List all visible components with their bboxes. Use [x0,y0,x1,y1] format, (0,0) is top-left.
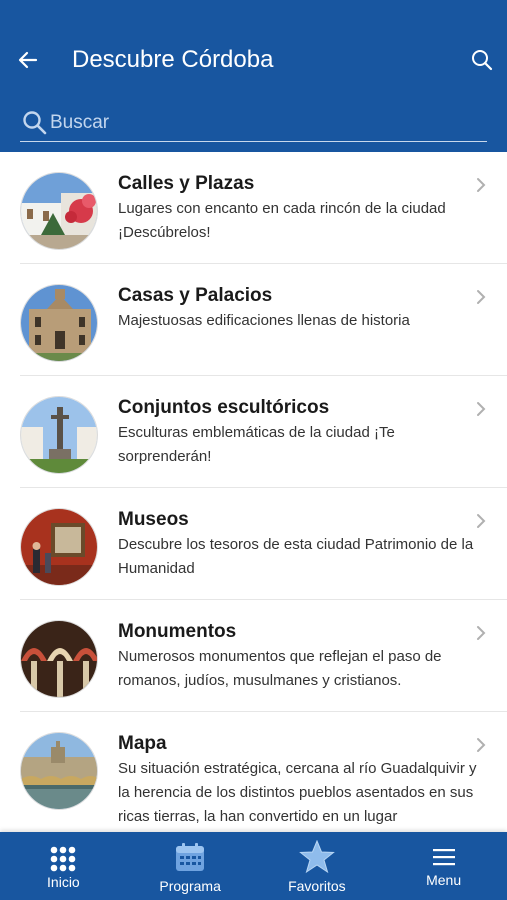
item-thumbnail [20,620,98,698]
tab-label: Inicio [47,874,80,890]
list-item-museos[interactable]: Museos Descubre los tesoros de esta ciud… [0,488,507,600]
item-title: Calles y Plazas [118,173,255,194]
list-item-monumentos[interactable]: Monumentos Numerosos monumentos que refl… [0,600,507,712]
search-input[interactable] [50,106,480,140]
tab-label: Programa [159,878,221,894]
item-description: Esculturas emblemáticas de la ciudad ¡Te… [118,424,395,465]
item-thumbnail [20,396,98,474]
item-thumbnail [20,284,98,362]
list-item-calles-y-plazas[interactable]: Calles y Plazas Lugares con encanto en c… [0,152,507,264]
chevron-right-icon [477,402,486,416]
item-description: Lugares con encanto en cada rincón de la… [118,200,446,241]
app-header: Descubre Córdoba [0,0,507,152]
search-bar [20,106,487,142]
list-item-conjuntos-escultoricos[interactable]: Conjuntos escultóricos Esculturas emblem… [0,376,507,488]
calendar-icon [176,843,205,871]
item-title: Conjuntos escultóricos [118,397,330,418]
item-description: Numerosos monumentos que reflejan el pas… [118,648,442,689]
tab-label: Favoritos [288,878,346,894]
hamburger-icon [432,849,455,866]
search-button[interactable] [468,46,496,74]
list-item-mapa[interactable]: Mapa Su situación estratégica, cercana a… [0,712,507,825]
grid-icon [51,846,76,872]
arrow-left-icon [18,51,38,69]
category-list: Calles y Plazas Lugares con encanto en c… [0,152,507,832]
chevron-right-icon [477,626,486,640]
page-title: Descubre Córdoba [72,46,274,73]
star-icon [299,840,335,874]
bottom-tab-bar: Inicio Programa Favoritos Menu [0,832,507,900]
chevron-right-icon [477,514,486,528]
item-description: Su situación estratégica, cercana al río… [118,760,477,825]
item-thumbnail [20,732,98,810]
chevron-right-icon [477,290,486,304]
list-item-casas-y-palacios[interactable]: Casas y Palacios Majestuosas edificacion… [0,264,507,376]
tab-menu[interactable]: Menu [380,832,507,900]
tab-label: Menu [426,872,462,888]
chevron-right-icon [477,178,486,192]
search-icon [472,50,493,71]
tab-inicio[interactable]: Inicio [0,832,127,900]
item-title: Mapa [118,733,167,754]
item-thumbnail [20,508,98,586]
item-thumbnail [20,172,98,250]
tab-programa[interactable]: Programa [127,832,254,900]
item-title: Museos [118,509,189,530]
chevron-right-icon [477,738,486,752]
back-button[interactable] [14,46,42,74]
item-description: Majestuosas edificaciones llenas de hist… [118,312,410,329]
item-title: Casas y Palacios [118,285,273,306]
search-icon [23,111,47,135]
item-description: Descubre los tesoros de esta ciudad Patr… [118,536,474,577]
tab-favoritos[interactable]: Favoritos [254,832,381,900]
item-title: Monumentos [118,621,237,642]
